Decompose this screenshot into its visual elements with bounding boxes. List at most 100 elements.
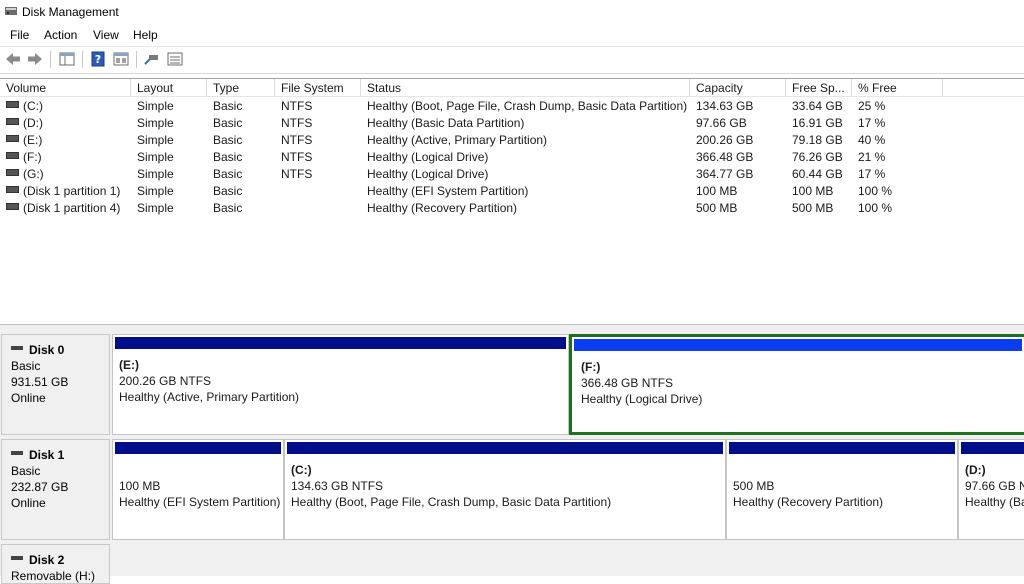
disk-icon — [11, 555, 23, 560]
volume-capacity: 200.26 GB — [696, 133, 754, 147]
volume-name-text: (G:) — [23, 167, 44, 181]
volume-row[interactable]: (G:) Simple Basic NTFS Healthy (Logical … — [0, 166, 1024, 183]
disk-2-label[interactable]: Disk 2 Removable (H:) — [1, 544, 110, 584]
partition-c[interactable]: (C:) 134.63 GB NTFS Healthy (Boot, Page … — [284, 439, 726, 540]
volume-file-system: NTFS — [281, 116, 313, 130]
partition-recovery[interactable]: 500 MB Healthy (Recovery Partition) — [726, 439, 958, 540]
volume-name: (Disk 1 partition 1) — [6, 183, 120, 200]
drive-icon — [6, 169, 19, 177]
volume-name-text: (E:) — [23, 133, 43, 147]
disk-size: 232.87 GB — [11, 480, 69, 494]
disk-status: Online — [11, 496, 46, 510]
back-arrow-icon[interactable] — [4, 51, 22, 67]
partition-d[interactable]: (D:) 97.66 GB N Healthy (Ba — [958, 439, 1024, 540]
volume-type: Basic — [213, 201, 243, 215]
partition-name: (E:) — [119, 358, 139, 372]
partition-info: (F:) 366.48 GB NTFS Healthy (Logical Dri… — [581, 359, 702, 407]
partition-e[interactable]: (E:) 200.26 GB NTFS Healthy (Active, Pri… — [112, 334, 569, 435]
volume-free-space: 16.91 GB — [792, 116, 843, 130]
volume-list-icon[interactable] — [166, 51, 184, 67]
column-header-capacity[interactable]: Capacity — [690, 79, 786, 96]
column-header-percent-free[interactable]: % Free — [852, 79, 943, 96]
volume-name-text: (F:) — [23, 150, 42, 164]
volume-row[interactable]: (D:) Simple Basic NTFS Healthy (Basic Da… — [0, 115, 1024, 132]
volume-name-text: (Disk 1 partition 1) — [23, 184, 121, 198]
column-header-status[interactable]: Status — [361, 79, 690, 96]
volume-row[interactable]: (C:) Simple Basic NTFS Healthy (Boot, Pa… — [0, 98, 1024, 115]
volume-row[interactable]: (Disk 1 partition 4) Simple Basic Health… — [0, 200, 1024, 217]
column-header-layout[interactable]: Layout — [131, 79, 207, 96]
partition-bar-primary — [729, 442, 955, 454]
volume-percent-free: 17 % — [858, 167, 886, 181]
volume-free-space: 76.26 GB — [792, 150, 843, 164]
disk-0-row: Disk 0 Basic 931.51 GB Online (E:) 200.2… — [0, 334, 1024, 435]
rescan-disks-icon[interactable] — [143, 51, 161, 67]
partition-size: 100 MB — [119, 479, 161, 493]
volume-row[interactable]: (Disk 1 partition 1) Simple Basic Health… — [0, 183, 1024, 200]
forward-arrow-icon[interactable] — [26, 51, 44, 67]
partition-efi[interactable]: 100 MB Healthy (EFI System Partition) — [112, 439, 284, 540]
partition-info: (D:) 97.66 GB N Healthy (Ba — [965, 462, 1024, 510]
column-header-file-system[interactable]: File System — [275, 79, 361, 96]
menu-view[interactable]: View — [93, 28, 119, 42]
volume-name-text: (Disk 1 partition 4) — [23, 201, 121, 215]
volume-status: Healthy (Active, Primary Partition) — [367, 133, 548, 147]
partition-bar-logical — [574, 339, 1022, 351]
disk-graphical-view: Disk 0 Basic 931.51 GB Online (E:) 200.2… — [0, 330, 1024, 584]
volume-free-space: 79.18 GB — [792, 133, 843, 147]
disk-management-icon — [5, 7, 17, 15]
volume-row[interactable]: (E:) Simple Basic NTFS Healthy (Active, … — [0, 132, 1024, 149]
partition-bar-primary — [287, 442, 723, 454]
partition-size: 366.48 GB NTFS — [581, 376, 674, 390]
disk-1-label[interactable]: Disk 1 Basic 232.87 GB Online — [1, 439, 110, 540]
volume-row[interactable]: (F:) Simple Basic NTFS Healthy (Logical … — [0, 149, 1024, 166]
toolbar-separator — [82, 51, 83, 68]
partition-name: (D:) — [965, 463, 986, 477]
volume-file-system: NTFS — [281, 167, 313, 181]
partition-name: (F:) — [581, 360, 601, 374]
partition-size: 134.63 GB NTFS — [291, 479, 384, 493]
toolbar-separator — [50, 51, 51, 68]
column-header-type[interactable]: Type — [207, 79, 275, 96]
volume-capacity: 100 MB — [696, 184, 738, 198]
volume-free-space: 500 MB — [792, 201, 834, 215]
volume-type: Basic — [213, 116, 243, 130]
menu-file[interactable]: File — [10, 28, 29, 42]
volume-capacity: 500 MB — [696, 201, 738, 215]
console-tree-icon[interactable] — [58, 51, 76, 67]
column-header-free-space[interactable]: Free Sp... — [786, 79, 852, 96]
partition-status: Healthy (EFI System Partition) — [119, 495, 281, 509]
drive-icon — [6, 101, 19, 109]
volume-name: (C:) — [6, 98, 43, 115]
volume-type: Basic — [213, 133, 243, 147]
help-icon[interactable]: ? — [89, 51, 107, 67]
partition-status: Healthy (Logical Drive) — [581, 392, 703, 406]
column-header-volume[interactable]: Volume — [0, 79, 131, 96]
menu-help[interactable]: Help — [133, 28, 158, 42]
partition-name: (C:) — [291, 463, 312, 477]
volume-name: (F:) — [6, 149, 42, 166]
disk-name: Disk 0 — [29, 343, 65, 357]
partition-size: 200.26 GB NTFS — [119, 374, 212, 388]
disk-type: Basic — [11, 464, 41, 478]
partition-status: Healthy (Ba — [965, 495, 1024, 509]
volume-free-space: 60.44 GB — [792, 167, 843, 181]
disk-2-row: Disk 2 Removable (H:) — [0, 544, 1024, 584]
disk-0-label[interactable]: Disk 0 Basic 931.51 GB Online — [1, 334, 110, 435]
volume-layout: Simple — [137, 167, 174, 181]
disk-icon — [11, 450, 23, 455]
volume-list-header: Volume Layout Type File System Status Ca… — [0, 79, 1024, 97]
svg-text:?: ? — [95, 53, 101, 66]
partition-bar-primary — [115, 337, 566, 349]
volume-status: Healthy (Recovery Partition) — [367, 201, 518, 215]
properties-icon[interactable] — [112, 51, 130, 67]
menu-action[interactable]: Action — [44, 28, 77, 42]
disk-type: Removable (H:) — [11, 569, 96, 583]
disk-name: Disk 1 — [29, 448, 65, 462]
volume-capacity: 366.48 GB — [696, 150, 754, 164]
partition-info: (C:) 134.63 GB NTFS Healthy (Boot, Page … — [291, 462, 611, 510]
partition-info: 100 MB Healthy (EFI System Partition) — [119, 478, 280, 510]
partition-f-selected[interactable]: (F:) 366.48 GB NTFS Healthy (Logical Dri… — [569, 334, 1024, 435]
partition-status: Healthy (Boot, Page File, Crash Dump, Ba… — [291, 495, 612, 509]
volume-name-text: (D:) — [23, 116, 43, 130]
